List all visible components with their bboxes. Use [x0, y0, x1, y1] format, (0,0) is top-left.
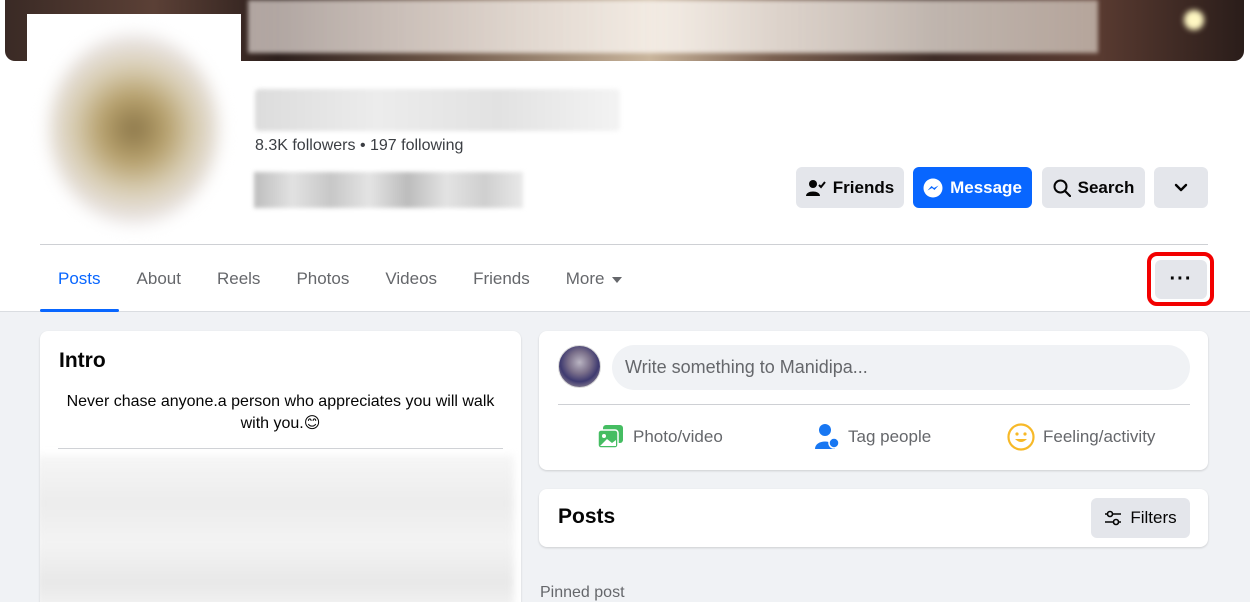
cover-light-spot — [1184, 10, 1204, 30]
sliders-icon — [1105, 510, 1122, 526]
intro-divider — [58, 448, 503, 449]
photo-icon — [597, 425, 623, 449]
cover-blur-region — [248, 0, 1098, 53]
tab-about[interactable]: About — [119, 245, 199, 312]
message-button[interactable]: Message — [913, 167, 1032, 208]
intro-title: Intro — [59, 349, 106, 372]
intro-card: Intro Never chase anyone.a person who ap… — [40, 331, 521, 602]
feeling-activity-button[interactable]: Feeling/activity — [1007, 419, 1155, 455]
chevron-down-icon — [1174, 183, 1188, 191]
photo-video-label: Photo/video — [633, 427, 723, 446]
profile-name-blurred — [255, 89, 620, 131]
user-avatar[interactable] — [558, 345, 601, 388]
search-button[interactable]: Search — [1042, 167, 1145, 208]
caret-down-icon — [612, 276, 623, 283]
tab-label: Reels — [216, 268, 261, 288]
tab-posts[interactable]: Posts — [40, 245, 119, 312]
filters-label: Filters — [1130, 508, 1177, 527]
search-button-label: Search — [1077, 177, 1135, 197]
tag-people-button[interactable]: Tag people — [814, 419, 931, 455]
intro-bio: Never chase anyone.a person who apprecia… — [66, 393, 495, 432]
photo-video-button[interactable]: Photo/video — [597, 419, 723, 455]
tab-label: Videos — [385, 268, 438, 288]
posts-title: Posts — [558, 505, 616, 528]
ellipsis-icon: ··· — [1169, 268, 1193, 290]
composer-divider — [558, 404, 1190, 405]
friends-button-label: Friends — [832, 177, 895, 197]
post-composer: Write something to Manidipa... Photo/vid… — [539, 331, 1208, 470]
composer-placeholder: Write something to Manidipa... — [625, 357, 868, 377]
profile-header: 8.3K followers • 197 following Friends M… — [0, 0, 1250, 312]
intro-details-blurred — [40, 455, 514, 602]
tab-reels[interactable]: Reels — [199, 245, 278, 312]
tab-label: More — [565, 268, 605, 288]
smiley-icon — [1007, 423, 1035, 451]
follower-stats[interactable]: 8.3K followers • 197 following — [255, 137, 463, 155]
filters-button[interactable]: Filters — [1091, 498, 1190, 538]
tag-people-icon — [815, 424, 840, 449]
message-button-label: Message — [950, 177, 1022, 197]
more-options-button[interactable]: ··· — [1155, 260, 1207, 299]
mutual-friends-avatars-blurred[interactable] — [254, 172, 523, 208]
person-check-icon — [805, 179, 826, 196]
tab-label: About — [136, 268, 181, 288]
tab-label: Photos — [296, 268, 350, 288]
search-icon — [1053, 179, 1071, 197]
tab-more[interactable]: More — [548, 245, 641, 312]
feeling-activity-label: Feeling/activity — [1043, 427, 1156, 446]
tab-friends[interactable]: Friends — [455, 245, 548, 312]
profile-avatar[interactable] — [27, 14, 241, 240]
tag-people-label: Tag people — [848, 427, 932, 446]
composer-input[interactable]: Write something to Manidipa... — [612, 345, 1190, 390]
pinned-post-label: Pinned post — [540, 584, 625, 601]
tab-label: Posts — [58, 268, 101, 288]
profile-tabs: Posts About Reels Photos Videos Friends … — [40, 245, 640, 312]
friends-button[interactable]: Friends — [796, 167, 904, 208]
avatar-blurred-image — [49, 34, 219, 224]
posts-header-card: Posts Filters — [539, 489, 1208, 547]
tab-label: Friends — [473, 268, 530, 288]
messenger-icon — [923, 178, 943, 197]
profile-dropdown-button[interactable] — [1154, 167, 1208, 208]
tab-videos[interactable]: Videos — [367, 245, 455, 312]
tab-photos[interactable]: Photos — [278, 245, 367, 312]
